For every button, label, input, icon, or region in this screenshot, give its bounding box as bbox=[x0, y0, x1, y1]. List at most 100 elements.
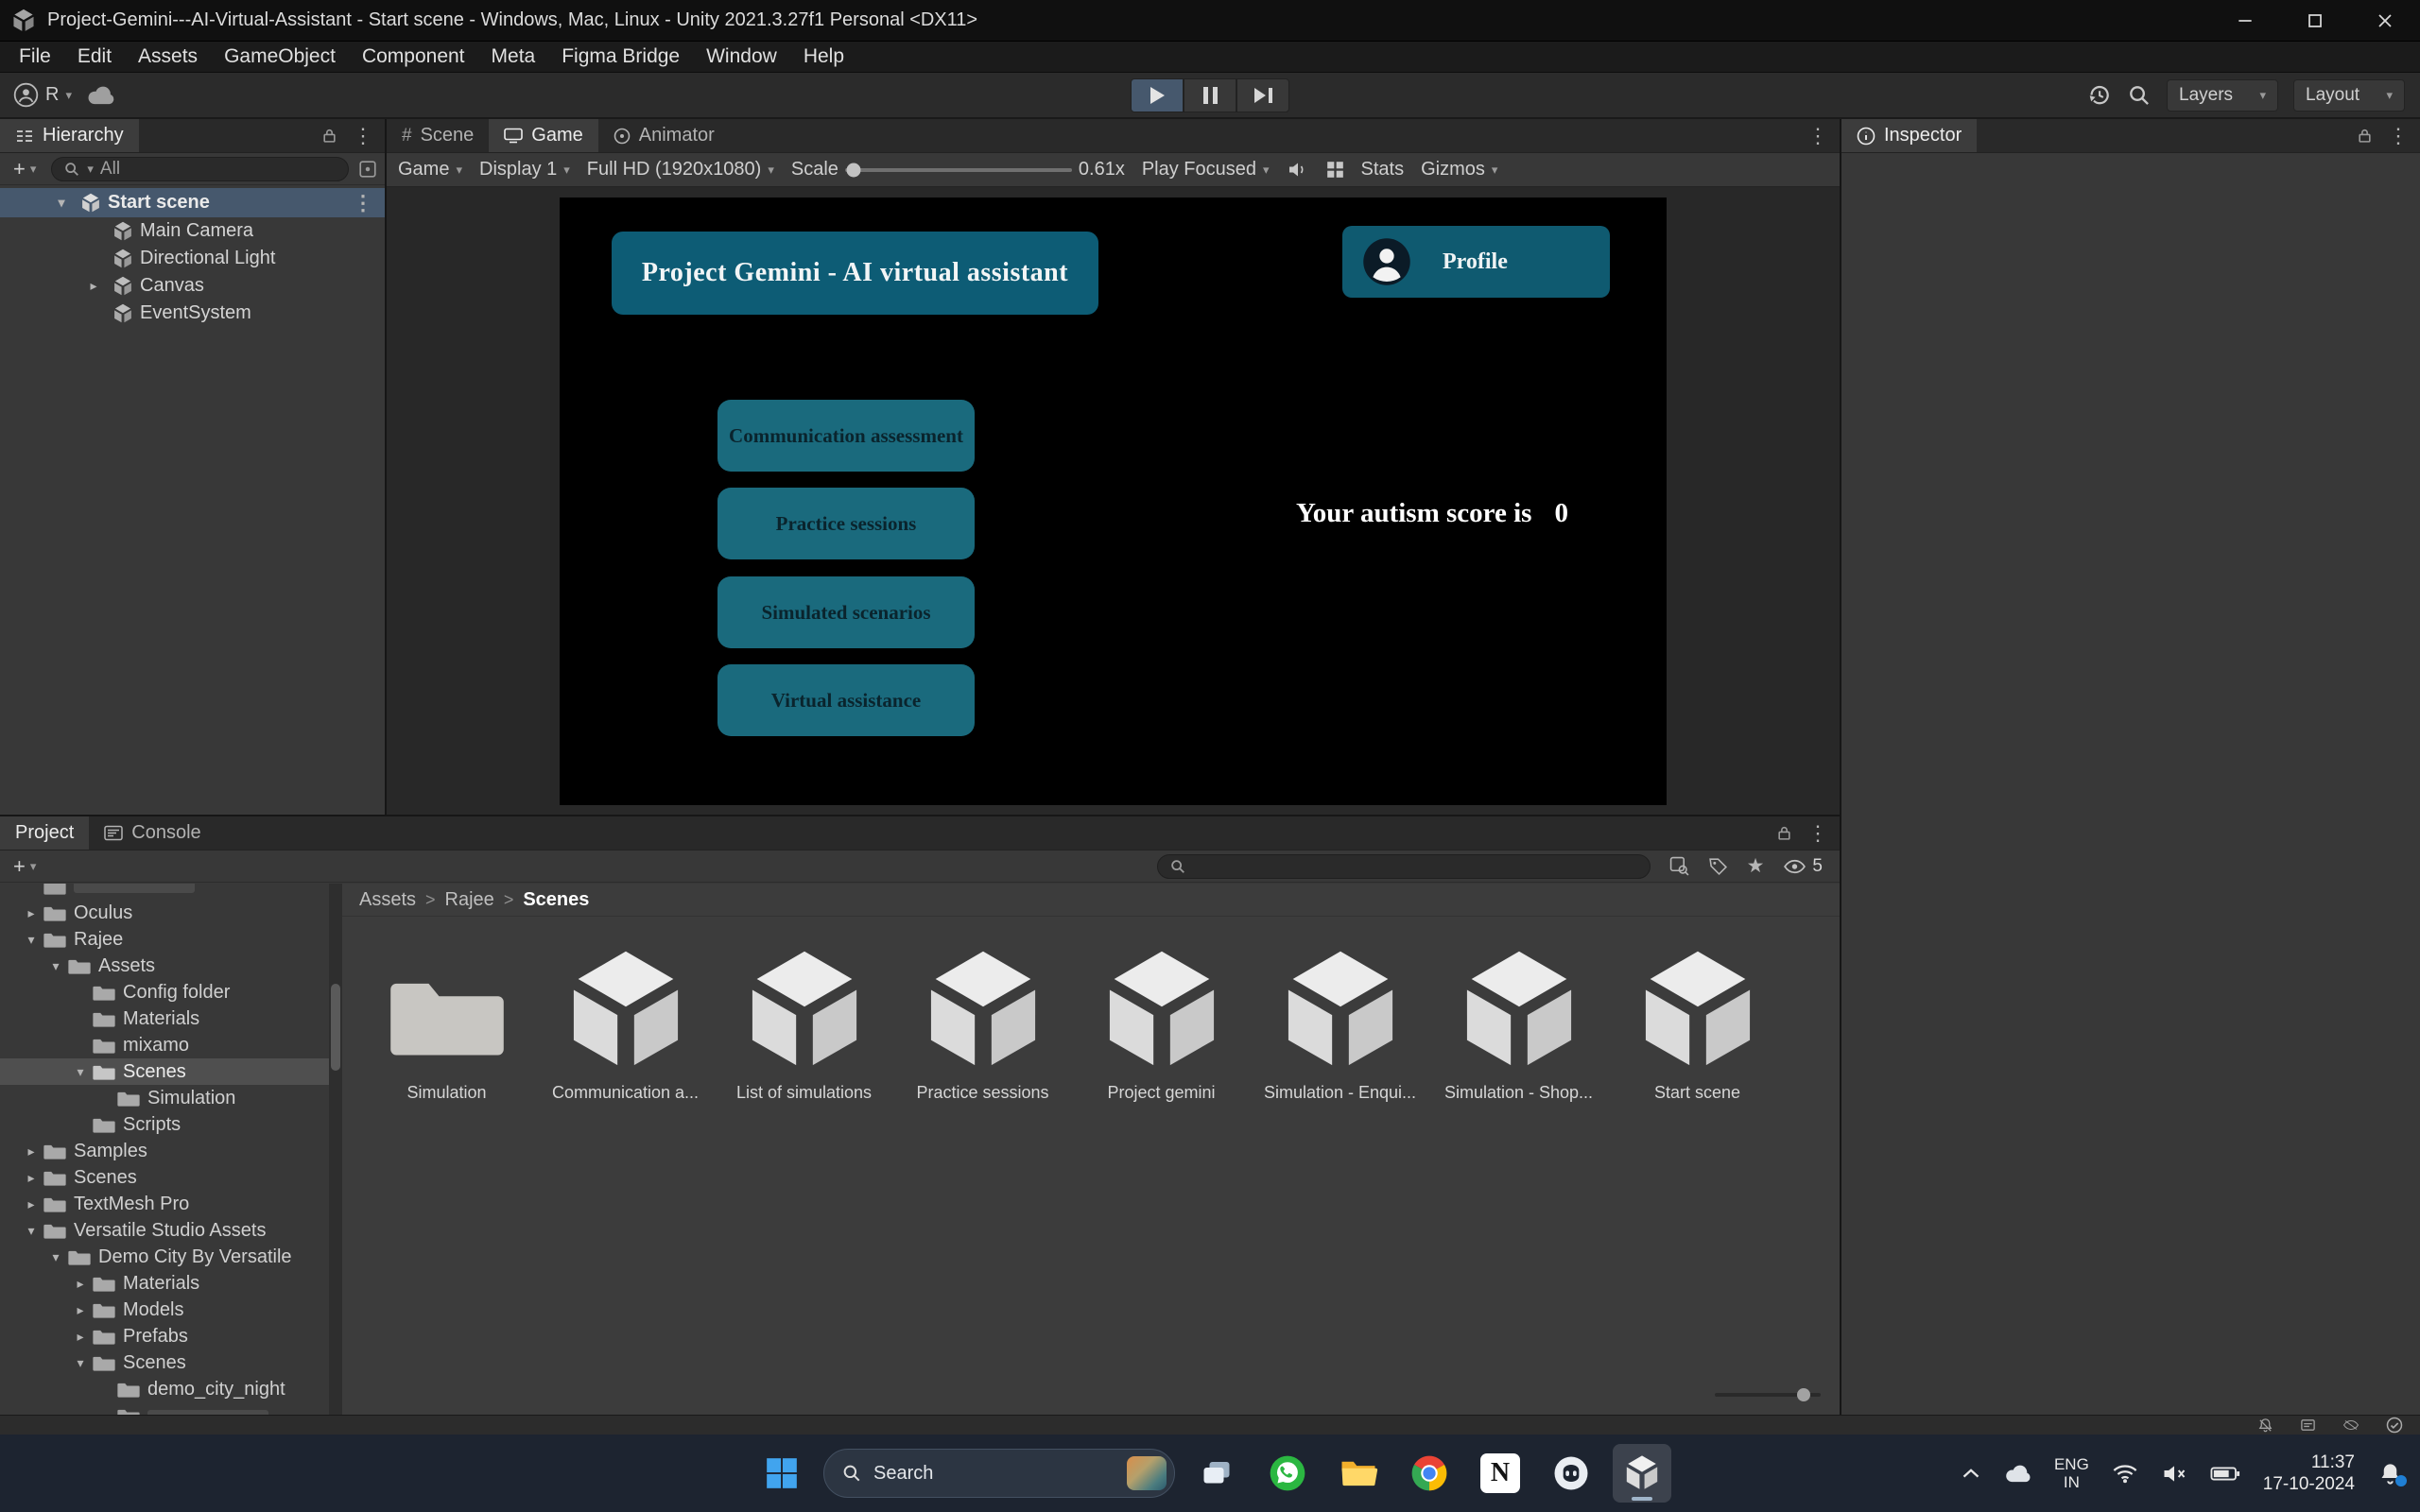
zoom-slider-thumb[interactable] bbox=[1797, 1388, 1810, 1401]
tree-arrow-icon[interactable]: ▾ bbox=[43, 1249, 68, 1265]
project-tree-scenes[interactable]: ▾Scenes bbox=[0, 1058, 329, 1085]
hierarchy-item-main-camera[interactable]: Main Camera bbox=[0, 217, 385, 245]
asset-start-scene[interactable]: Start scene bbox=[1608, 945, 1787, 1103]
search-by-type-icon[interactable] bbox=[1669, 856, 1689, 876]
tree-arrow-icon[interactable]: ▸ bbox=[68, 1329, 93, 1345]
asset-simulation[interactable]: Simulation bbox=[357, 945, 536, 1103]
project-tree-mixamo[interactable]: mixamo bbox=[0, 1032, 329, 1058]
account-button[interactable]: R ▾ bbox=[13, 82, 72, 108]
tab-animator[interactable]: Animator bbox=[598, 119, 730, 152]
favorites-star-icon[interactable]: ★ bbox=[1747, 854, 1765, 878]
project-tree-samples[interactable]: ▸Samples bbox=[0, 1138, 329, 1164]
close-button[interactable] bbox=[2350, 0, 2420, 41]
menu-figma-bridge[interactable]: Figma Bridge bbox=[548, 45, 693, 68]
tab-scene[interactable]: #Scene bbox=[387, 119, 489, 152]
scene-picker-icon[interactable] bbox=[358, 160, 377, 179]
visibility-muted-icon[interactable] bbox=[2342, 1418, 2360, 1432]
hierarchy-scene-row[interactable]: ▾ Start scene ⋮ bbox=[0, 188, 385, 217]
collapse-arrow-icon[interactable]: ▾ bbox=[49, 195, 74, 211]
project-tree-models[interactable]: ▸Models bbox=[0, 1297, 329, 1323]
whatsapp-button[interactable] bbox=[1258, 1444, 1317, 1503]
expand-arrow-icon[interactable]: ▸ bbox=[81, 278, 106, 294]
stats-toggle[interactable]: Stats bbox=[1361, 159, 1405, 180]
project-tree-config-folder[interactable]: Config folder bbox=[0, 979, 329, 1005]
tab-console[interactable]: Console bbox=[89, 816, 216, 850]
breadcrumb-scenes[interactable]: Scenes bbox=[523, 889, 589, 911]
project-tree-textmesh-pro[interactable]: ▸TextMesh Pro bbox=[0, 1191, 329, 1217]
tree-arrow-icon[interactable]: ▸ bbox=[19, 1196, 43, 1212]
tray-chevron-up-icon[interactable] bbox=[1962, 1468, 1980, 1480]
layers-dropdown[interactable]: Layers▾ bbox=[2167, 79, 2278, 112]
project-tree-materials[interactable]: Materials bbox=[0, 1005, 329, 1032]
minimize-button[interactable] bbox=[2210, 0, 2280, 41]
asset-simulation-shop[interactable]: Simulation - Shop... bbox=[1429, 945, 1608, 1103]
hierarchy-item-eventsystem[interactable]: EventSystem bbox=[0, 300, 385, 327]
task-view-button[interactable] bbox=[1187, 1444, 1246, 1503]
maximize-button[interactable] bbox=[2280, 0, 2350, 41]
project-tree-assets[interactable]: ▾Assets bbox=[0, 953, 329, 979]
cloud-services-button[interactable] bbox=[85, 85, 115, 106]
tab-inspector[interactable]: Inspector bbox=[1841, 119, 1977, 152]
play-button[interactable] bbox=[1131, 78, 1184, 112]
project-tree-materials[interactable]: ▸Materials bbox=[0, 1270, 329, 1297]
tree-arrow-icon[interactable]: ▾ bbox=[19, 1223, 43, 1239]
pause-button[interactable] bbox=[1184, 78, 1236, 112]
button-communication-assessment[interactable]: Communication assessment bbox=[717, 400, 975, 472]
search-by-label-icon[interactable] bbox=[1708, 856, 1728, 876]
display-dropdown[interactable]: Display 1▾ bbox=[479, 159, 570, 180]
menu-component[interactable]: Component bbox=[349, 45, 478, 68]
panel-menu-icon[interactable]: ⋮ bbox=[353, 126, 373, 146]
tab-game[interactable]: Game bbox=[489, 119, 597, 152]
status-ok-icon[interactable] bbox=[2386, 1417, 2403, 1434]
button-practice-sessions[interactable]: Practice sessions bbox=[717, 488, 975, 559]
button-virtual-assistance[interactable]: Virtual assistance bbox=[717, 664, 975, 736]
project-zoom-slider[interactable] bbox=[1715, 1386, 1821, 1403]
activity-icon[interactable] bbox=[2300, 1418, 2316, 1434]
onedrive-cloud-icon[interactable] bbox=[2003, 1464, 2031, 1484]
panel-menu-icon[interactable]: ⋮ bbox=[1807, 126, 1828, 146]
tab-hierarchy[interactable]: Hierarchy bbox=[0, 119, 139, 152]
file-explorer-button[interactable] bbox=[1329, 1444, 1388, 1503]
wifi-icon[interactable] bbox=[2112, 1464, 2138, 1484]
hierarchy-item-canvas[interactable]: ▸Canvas bbox=[0, 272, 385, 300]
menu-meta[interactable]: Meta bbox=[478, 45, 549, 68]
vsync-grid-icon[interactable] bbox=[1326, 161, 1344, 179]
volume-muted-icon[interactable] bbox=[2161, 1464, 2187, 1484]
notifications-muted-icon[interactable] bbox=[2257, 1418, 2273, 1434]
project-tree-versatile-studio-assets[interactable]: ▾Versatile Studio Assets bbox=[0, 1217, 329, 1244]
asset-project-gemini[interactable]: Project gemini bbox=[1072, 945, 1251, 1103]
start-button[interactable] bbox=[752, 1444, 811, 1503]
breadcrumb-rajee[interactable]: Rajee bbox=[445, 889, 494, 911]
step-button[interactable] bbox=[1236, 78, 1289, 112]
project-tree-demo-city-by-versatile[interactable]: ▾Demo City By Versatile bbox=[0, 1244, 329, 1270]
tree-arrow-icon[interactable]: ▸ bbox=[68, 1302, 93, 1318]
taskbar-search-box[interactable]: Search bbox=[823, 1449, 1175, 1498]
project-tree-oculus[interactable]: ▸Oculus bbox=[0, 900, 329, 926]
project-search-field[interactable] bbox=[1157, 854, 1651, 879]
hierarchy-search-field[interactable]: ▾ All bbox=[51, 157, 349, 181]
copilot-button[interactable] bbox=[1542, 1444, 1600, 1503]
lock-icon[interactable] bbox=[321, 128, 337, 144]
menu-help[interactable]: Help bbox=[790, 45, 857, 68]
tree-scrollbar[interactable] bbox=[329, 884, 342, 1415]
project-tree-simulation[interactable]: Simulation bbox=[0, 1085, 329, 1111]
menu-file[interactable]: File bbox=[6, 45, 64, 68]
tree-arrow-icon[interactable]: ▸ bbox=[19, 1170, 43, 1186]
chrome-button[interactable] bbox=[1400, 1444, 1459, 1503]
tree-arrow-icon[interactable]: ▾ bbox=[68, 1355, 93, 1371]
project-tree-scenes[interactable]: ▾Scenes bbox=[0, 1349, 329, 1376]
gizmos-dropdown[interactable]: Gizmos▾ bbox=[1421, 159, 1497, 180]
menu-assets[interactable]: Assets bbox=[125, 45, 211, 68]
project-tree-demo-city-night[interactable]: demo_city_night bbox=[0, 1376, 329, 1402]
language-indicator[interactable]: ENG IN bbox=[2054, 1455, 2089, 1491]
menu-edit[interactable]: Edit bbox=[64, 45, 125, 68]
lock-icon[interactable] bbox=[2357, 128, 2373, 144]
tab-project[interactable]: Project bbox=[0, 816, 89, 850]
search-highlight-image[interactable] bbox=[1127, 1456, 1167, 1490]
play-focused-dropdown[interactable]: Play Focused▾ bbox=[1142, 159, 1270, 180]
undo-history-button[interactable] bbox=[2086, 82, 2112, 108]
layout-dropdown[interactable]: Layout▾ bbox=[2293, 79, 2405, 112]
resolution-dropdown[interactable]: Full HD (1920x1080)▾ bbox=[587, 159, 774, 180]
asset-practice-sessions[interactable]: Practice sessions bbox=[893, 945, 1072, 1103]
profile-button[interactable]: Profile bbox=[1342, 226, 1610, 298]
